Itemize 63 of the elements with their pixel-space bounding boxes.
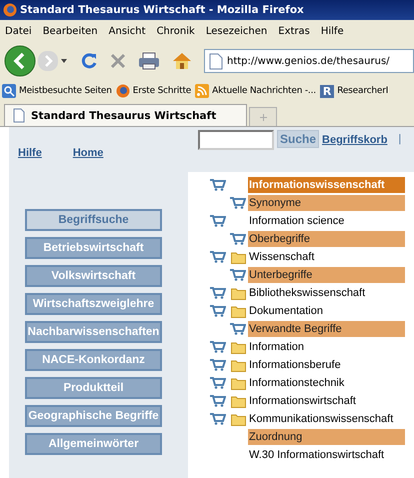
cart-icon[interactable] (210, 305, 226, 317)
cart-icon[interactable] (210, 179, 226, 191)
search-field[interactable] (198, 130, 274, 150)
menu-item[interactable]: Extras (278, 26, 310, 36)
term-link[interactable]: Informationsberufe (248, 357, 405, 373)
dropdown-caret-icon[interactable] (60, 58, 68, 64)
menu-item[interactable]: Lesezeichen (206, 26, 268, 36)
term-link[interactable]: W.30 Informationswirtschaft (248, 447, 405, 463)
cart-icon[interactable] (210, 377, 226, 389)
cart-icon[interactable] (210, 251, 226, 263)
menu-item[interactable]: Bearbeiten (42, 26, 98, 36)
cart-icon[interactable] (210, 359, 226, 371)
menu-item[interactable]: Hilfe (320, 26, 344, 36)
basket-link[interactable]: Begriffskorb (322, 134, 388, 146)
letter-logo: R (320, 84, 334, 98)
term-link[interactable]: Wissenschaft (248, 249, 405, 265)
cart-icon[interactable] (210, 341, 226, 353)
reload-icon[interactable] (80, 52, 98, 70)
section-heading: Verwandte Begriffe (248, 321, 405, 337)
page-icon (13, 108, 25, 123)
section-heading: Zuordnung (248, 429, 405, 445)
term-link[interactable]: Kommunikationswissenschaft (248, 411, 405, 427)
menu-item[interactable]: Ansicht (108, 26, 146, 36)
section-heading: Oberbegriffe (248, 231, 405, 247)
home-icon[interactable] (172, 52, 192, 70)
bookmark-link[interactable]: Erste Schritte (132, 86, 192, 96)
term-link[interactable]: Informationstechnik (248, 375, 405, 391)
globe-icon (116, 84, 130, 98)
browser-tab[interactable]: Standard Thesaurus Wirtschaft (4, 104, 248, 126)
menu-item[interactable]: Chronik (156, 26, 195, 36)
magnifier-icon (2, 84, 16, 98)
feed-icon (195, 84, 210, 98)
cart-icon[interactable] (230, 323, 246, 335)
section-heading: Unterbegriffe (248, 267, 405, 283)
printer-icon[interactable] (138, 52, 160, 70)
page-icon (209, 52, 223, 70)
nav-link[interactable]: Home (72, 147, 104, 172)
nav-link[interactable]: Hilfe (18, 147, 42, 172)
cart-icon[interactable] (230, 269, 246, 281)
stop-icon[interactable] (110, 53, 126, 69)
term-link[interactable]: Information (248, 339, 405, 355)
menu-item[interactable]: Datei (5, 26, 32, 36)
bookmark-link[interactable]: Meistbesuchte Seiten (19, 86, 112, 96)
cart-icon[interactable] (210, 287, 226, 299)
address-field[interactable]: http://www.genios.de/thesaurus/ (204, 49, 414, 73)
term-link[interactable]: Informationswirtschaft (248, 393, 405, 409)
back-button[interactable] (4, 45, 36, 77)
bookmark-link[interactable]: Aktuelle Nachrichten -... (212, 86, 316, 96)
window-title: Standard Thesaurus Wirtschaft - Mozilla Firefox (20, 4, 304, 16)
term-heading: Informationswissenschaft (248, 177, 405, 193)
browser-logo-icon (3, 3, 17, 17)
term-link[interactable]: Information science (248, 213, 405, 229)
term-link[interactable]: Bibliothekswissenschaft (248, 285, 405, 301)
cart-icon[interactable] (210, 215, 226, 227)
section-heading: Synonyme (248, 195, 405, 211)
cart-icon[interactable] (230, 233, 246, 245)
separator-text: | (398, 133, 402, 145)
cart-icon[interactable] (210, 413, 226, 425)
term-link[interactable]: Dokumentation (248, 303, 405, 319)
plus-icon (260, 114, 267, 120)
bookmark-link[interactable]: ResearcherI (337, 86, 388, 96)
cart-icon[interactable] (230, 197, 246, 209)
cart-icon[interactable] (210, 395, 226, 407)
